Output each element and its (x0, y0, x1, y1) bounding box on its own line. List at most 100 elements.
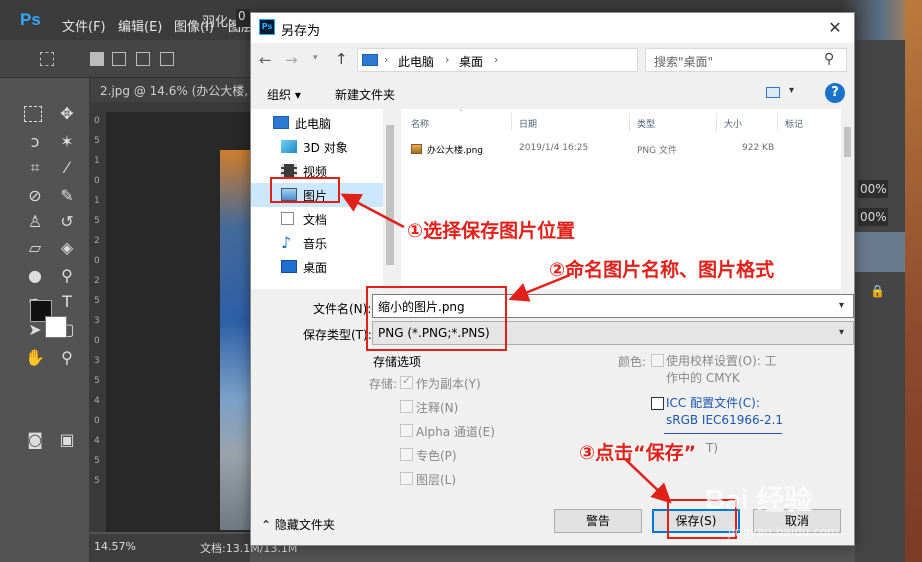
chevron-down-icon[interactable]: ▾ (839, 300, 844, 311)
subtract-selection-icon[interactable] (136, 52, 150, 66)
scrollbar-thumb[interactable] (386, 125, 394, 265)
type-tool-icon[interactable]: T (56, 292, 78, 312)
view-options-icon[interactable] (766, 87, 780, 98)
search-icon[interactable]: ⚲ (824, 51, 834, 67)
file-row[interactable]: 办公大楼.png 2019/1/4 16:25 PNG 文件 922 KB (409, 139, 829, 159)
add-selection-icon[interactable] (112, 52, 126, 66)
file-list-scrollbar[interactable] (841, 109, 854, 289)
nav-item-3d-objects[interactable]: 3D 对象 (251, 135, 383, 159)
ruler-top (90, 102, 250, 112)
navigation-scrollbar[interactable] (383, 109, 397, 289)
column-header-type[interactable]: 类型 (637, 117, 655, 130)
intersect-selection-icon[interactable] (160, 52, 174, 66)
forward-arrow-icon[interactable]: → (285, 51, 298, 69)
eyedropper-tool-icon[interactable]: ⁄ (56, 158, 78, 178)
feather-input[interactable]: 0 (236, 9, 250, 27)
nav-item-documents[interactable]: 文档 (251, 207, 383, 231)
ruler-number: 2 (94, 236, 100, 246)
hand-tool-icon[interactable]: ✋ (24, 348, 46, 368)
column-divider[interactable] (716, 113, 717, 131)
screen-mode-icon[interactable]: ▣ (56, 430, 78, 450)
column-divider[interactable] (511, 113, 512, 131)
quick-mask-icon[interactable]: ◙ (24, 430, 46, 450)
background-color-swatch[interactable] (45, 316, 67, 338)
chevron-down-icon[interactable]: ▾ (789, 85, 794, 96)
scrollbar-thumb[interactable] (844, 127, 851, 157)
address-bar[interactable]: › 此电脑 › 桌面 › ▾ ↻ (357, 48, 735, 72)
back-arrow-icon[interactable]: ← (259, 51, 272, 69)
help-icon[interactable]: ? (825, 83, 845, 103)
chevron-right-icon[interactable]: › (445, 53, 449, 66)
new-folder-button[interactable]: 新建文件夹 (335, 86, 395, 103)
search-box[interactable]: 搜索"桌面" ⚲ (645, 48, 847, 72)
healing-brush-tool-icon[interactable]: ⊘ (24, 186, 46, 206)
marquee-option-icon[interactable] (40, 52, 54, 66)
column-divider[interactable] (777, 113, 778, 131)
up-arrow-icon[interactable]: ↑ (335, 50, 348, 68)
column-header-date[interactable]: 日期 (519, 117, 537, 130)
ps-menu-file[interactable]: 文件(F) (62, 16, 106, 35)
column-divider[interactable] (629, 113, 630, 131)
spot-colors-label: 专色(P) (416, 449, 457, 463)
alpha-channels-checkbox[interactable] (400, 424, 413, 437)
close-icon[interactable]: ✕ (823, 17, 847, 39)
desktop-icon (281, 260, 297, 273)
warning-button[interactable]: 警告 (554, 509, 642, 533)
chevron-right-icon[interactable]: › (384, 53, 388, 66)
recent-locations-chevron-icon[interactable]: ▾ (313, 53, 318, 63)
layers-checkbox[interactable] (400, 472, 413, 485)
as-copy-checkbox[interactable]: ✓ (400, 374, 413, 389)
crop-tool-icon[interactable]: ⌗ (24, 158, 46, 178)
highlight-filename-type (366, 286, 507, 351)
spot-colors-checkbox[interactable] (400, 448, 413, 461)
opacity-value[interactable]: 00% (858, 180, 888, 198)
lock-icon: 🔒 (870, 284, 885, 298)
move-tool-icon[interactable]: ✥ (56, 104, 78, 124)
3d-objects-icon (281, 140, 297, 153)
new-selection-icon[interactable] (90, 52, 104, 66)
marquee-tool-icon[interactable] (24, 106, 42, 122)
organize-button[interactable]: 组织 ▾ (267, 86, 301, 103)
ruler-number: 0 (94, 116, 100, 126)
dialog-titlebar[interactable]: Ps 另存为 ✕ (251, 13, 854, 43)
column-header-tags[interactable]: 标记 (785, 117, 803, 130)
stamp-tool-icon[interactable]: ♙ (24, 212, 46, 232)
dodge-tool-icon[interactable]: ⚲ (56, 266, 78, 286)
ruler-number: 5 (94, 296, 100, 306)
lasso-tool-icon[interactable]: ↄ (24, 132, 46, 152)
ruler-number: 0 (94, 336, 100, 346)
ruler-number: 0 (94, 176, 100, 186)
nav-item-desktop[interactable]: 桌面 (251, 255, 383, 279)
ruler-number: 1 (94, 196, 100, 206)
blur-tool-icon[interactable]: ● (24, 266, 46, 286)
icc-profile-checkbox[interactable] (651, 397, 664, 410)
chevron-right-icon[interactable]: › (494, 53, 498, 66)
nav-item-music[interactable]: ♪ 音乐 (251, 231, 383, 255)
computer-icon (362, 54, 378, 66)
breadcrumb-desktop[interactable]: 桌面 (459, 53, 483, 70)
save-options-title: 存储选项 (373, 355, 422, 369)
notes-checkbox[interactable] (400, 400, 413, 413)
eraser-tool-icon[interactable]: ▱ (24, 238, 46, 258)
proof-setup-checkbox[interactable] (651, 354, 664, 367)
column-header-size[interactable]: 大小 (724, 117, 742, 130)
paint-bucket-tool-icon[interactable]: ◈ (56, 238, 78, 258)
brush-tool-icon[interactable]: ✎ (56, 186, 78, 206)
zoom-level[interactable]: 14.57% (94, 540, 136, 553)
document-tab[interactable]: 2.jpg @ 14.6% (办公大楼, R (90, 78, 250, 102)
fill-value[interactable]: 00% (858, 208, 888, 226)
ps-menu-edit[interactable]: 编辑(E) (118, 16, 162, 35)
nav-item-label: 桌面 (303, 261, 328, 275)
ruler-number: 0 (94, 256, 100, 266)
breadcrumb-this-pc[interactable]: 此电脑 (398, 53, 434, 70)
column-header-name[interactable]: 名称 (411, 117, 429, 130)
magic-wand-tool-icon[interactable]: ✶ (56, 132, 78, 152)
zoom-tool-icon[interactable]: ⚲ (56, 348, 78, 368)
path-selection-tool-icon[interactable]: ➤ (24, 320, 46, 340)
nav-item-this-pc[interactable]: 此电脑 (251, 111, 383, 135)
history-brush-tool-icon[interactable]: ↺ (56, 212, 78, 232)
hide-folders-button[interactable]: ⌃ 隐藏文件夹 (261, 516, 335, 533)
file-type: PNG 文件 (637, 146, 677, 156)
search-input[interactable]: 搜索"桌面" (654, 53, 713, 70)
chevron-down-icon[interactable]: ▾ (839, 327, 844, 338)
